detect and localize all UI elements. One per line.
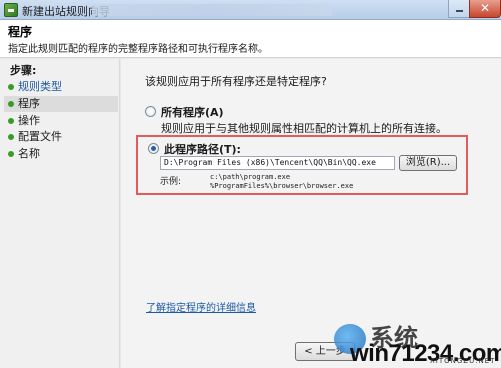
- step-name: 名称: [8, 146, 118, 162]
- steps-panel: 步骤: 规则类型 程序 操作 配置文件 名称: [0, 59, 120, 368]
- wizard-header: 程序 指定此规则匹配的程序的完整程序路径和可执行程序名称。: [0, 20, 501, 58]
- firewall-app-icon: [4, 3, 18, 17]
- watermark-subtext: XITONGZU.NET: [430, 357, 496, 365]
- example-path-2: %ProgramFiles%\browser\browser.exe: [210, 182, 354, 190]
- step-bullet-icon: [8, 118, 14, 124]
- program-path-input[interactable]: D:\Program Files (x86)\Tencent\QQ\Bin\QQ…: [160, 156, 395, 170]
- title-bar[interactable]: 新建出站规则向导 ✕: [0, 0, 501, 20]
- step-label: 程序: [18, 97, 40, 110]
- step-bullet-icon: [8, 134, 14, 140]
- step-bullet-icon: [8, 84, 14, 90]
- example-path-1: c:\path\program.exe: [210, 173, 291, 181]
- window-controls: ✕: [448, 0, 501, 18]
- step-bullet-icon: [8, 101, 14, 107]
- site-watermark: 系统 win71234.com XITONGZU.NET: [330, 318, 501, 368]
- step-profile: 配置文件: [8, 129, 118, 145]
- step-label: 操作: [18, 114, 40, 127]
- steps-heading: 步骤:: [10, 64, 37, 77]
- step-bullet-icon: [8, 151, 14, 157]
- browse-button[interactable]: 浏览(R)...: [399, 155, 457, 171]
- title-bar-blur: [92, 4, 332, 16]
- step-label: 名称: [18, 147, 40, 160]
- this-program-label[interactable]: 此程序路径(T):: [164, 141, 241, 157]
- step-label: 规则类型: [18, 80, 62, 93]
- step-rule-type[interactable]: 规则类型: [8, 79, 118, 95]
- step-program[interactable]: 程序: [4, 96, 118, 112]
- step-action: 操作: [8, 113, 118, 129]
- all-programs-label[interactable]: 所有程序(A): [161, 104, 224, 120]
- step-label: 配置文件: [18, 130, 62, 143]
- page-subtitle: 指定此规则匹配的程序的完整程序路径和可执行程序名称。: [8, 44, 268, 55]
- close-button[interactable]: ✕: [469, 0, 501, 18]
- close-icon: ✕: [479, 1, 491, 15]
- this-program-radio[interactable]: [148, 143, 159, 154]
- example-label: 示例:: [160, 177, 182, 187]
- all-programs-radio[interactable]: [145, 106, 156, 117]
- scope-question: 该规则应用于所有程序还是特定程序?: [145, 75, 327, 88]
- all-programs-description: 规则应用于与其他规则属性相匹配的计算机上的所有连接。: [161, 122, 447, 135]
- learn-more-link[interactable]: 了解指定程序的详细信息: [146, 299, 256, 314]
- minimize-button[interactable]: [448, 0, 470, 18]
- page-title: 程序: [8, 25, 33, 39]
